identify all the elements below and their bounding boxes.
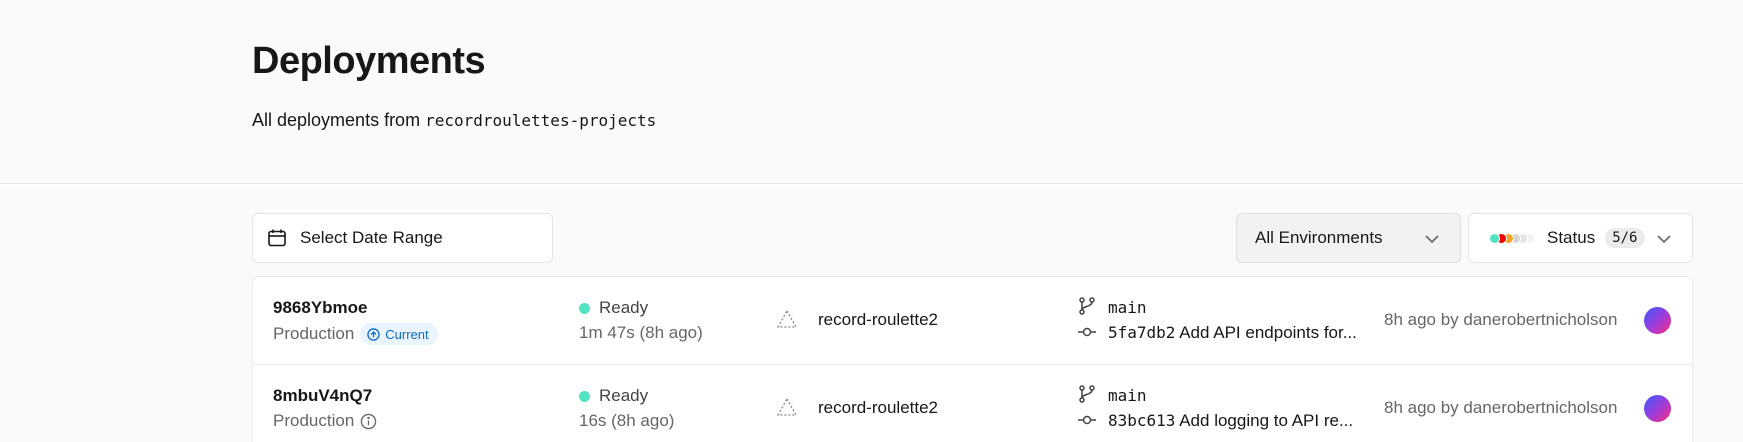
status-label: Status bbox=[1547, 228, 1596, 247]
status-count-badge: 5/6 bbox=[1605, 228, 1645, 248]
branch-name[interactable]: main bbox=[1108, 298, 1147, 317]
page-title: Deployments bbox=[252, 40, 486, 82]
git-branch-icon bbox=[1079, 297, 1095, 315]
environment-name: Production bbox=[273, 411, 355, 430]
git-branch-icon bbox=[1079, 385, 1095, 403]
deployment-row[interactable]: 8mbuV4nQ7 Production Ready 16s (8h ago) … bbox=[253, 364, 1694, 442]
environment-label: All Environments bbox=[1255, 228, 1383, 247]
git-commit-icon bbox=[1078, 327, 1096, 337]
deployment-id[interactable]: 8mbuV4nQ7 bbox=[273, 386, 372, 406]
deployment-status: Ready bbox=[579, 386, 648, 406]
commit-info[interactable]: 5fa7db2 Add API endpoints for... bbox=[1108, 323, 1368, 343]
avatar[interactable] bbox=[1644, 307, 1671, 334]
project-name[interactable]: record-roulette2 bbox=[818, 398, 938, 418]
deployment-environment: Production Current bbox=[273, 323, 438, 345]
chevron-down-icon bbox=[1657, 235, 1671, 244]
commit-hash: 83bc613 bbox=[1108, 411, 1176, 430]
deployment-duration: 1m 47s (8h ago) bbox=[579, 323, 703, 342]
environment-name: Production bbox=[273, 324, 355, 343]
deployment-duration: 16s (8h ago) bbox=[579, 411, 675, 430]
avatar[interactable] bbox=[1644, 395, 1671, 422]
date-range-button[interactable]: Select Date Range bbox=[252, 213, 553, 263]
branch-name[interactable]: main bbox=[1108, 386, 1147, 405]
scope-name: recordroulettes-projects bbox=[425, 111, 657, 130]
deployment-id[interactable]: 9868Ybmoe bbox=[273, 298, 368, 318]
arrow-up-circle-icon bbox=[367, 327, 381, 341]
page-subtitle: All deployments from recordroulettes-pro… bbox=[252, 110, 656, 131]
current-badge: Current bbox=[360, 323, 438, 345]
info-icon[interactable] bbox=[360, 413, 377, 430]
commit-message: Add API endpoints for... bbox=[1175, 323, 1357, 342]
deployment-meta: 8h ago by danerobertnicholson bbox=[1384, 398, 1618, 417]
deployment-status: Ready bbox=[579, 298, 648, 318]
deployment-meta: 8h ago by danerobertnicholson bbox=[1384, 310, 1618, 329]
page-header: Deployments All deployments from recordr… bbox=[0, 0, 1743, 184]
commit-message: Add logging to API re... bbox=[1175, 411, 1354, 430]
status-color-dot bbox=[1489, 233, 1500, 244]
chevron-down-icon bbox=[1425, 235, 1439, 244]
triangle-project-icon bbox=[776, 397, 798, 416]
subtitle-prefix: All deployments from bbox=[252, 110, 426, 130]
status-dots bbox=[1489, 231, 1537, 245]
status-text: Ready bbox=[599, 386, 649, 405]
status-dot bbox=[579, 390, 590, 402]
current-badge-label: Current bbox=[385, 326, 429, 342]
calendar-icon bbox=[268, 229, 286, 247]
deployment-environment: Production bbox=[273, 411, 377, 431]
status-dot bbox=[579, 302, 590, 314]
git-commit-icon bbox=[1078, 415, 1096, 425]
commit-info[interactable]: 83bc613 Add logging to API re... bbox=[1108, 411, 1368, 431]
commit-hash: 5fa7db2 bbox=[1108, 323, 1176, 342]
triangle-project-icon bbox=[776, 309, 798, 328]
date-range-label: Select Date Range bbox=[300, 228, 443, 247]
deployment-row[interactable]: 9868Ybmoe Production Current Ready 1m 47… bbox=[253, 277, 1694, 364]
environment-select[interactable]: All Environments bbox=[1236, 213, 1461, 263]
status-filter[interactable]: Status 5/6 bbox=[1468, 213, 1693, 263]
status-text: Ready bbox=[599, 298, 649, 317]
project-name[interactable]: record-roulette2 bbox=[818, 310, 938, 330]
deployments-list: 9868Ybmoe Production Current Ready 1m 47… bbox=[252, 276, 1694, 442]
